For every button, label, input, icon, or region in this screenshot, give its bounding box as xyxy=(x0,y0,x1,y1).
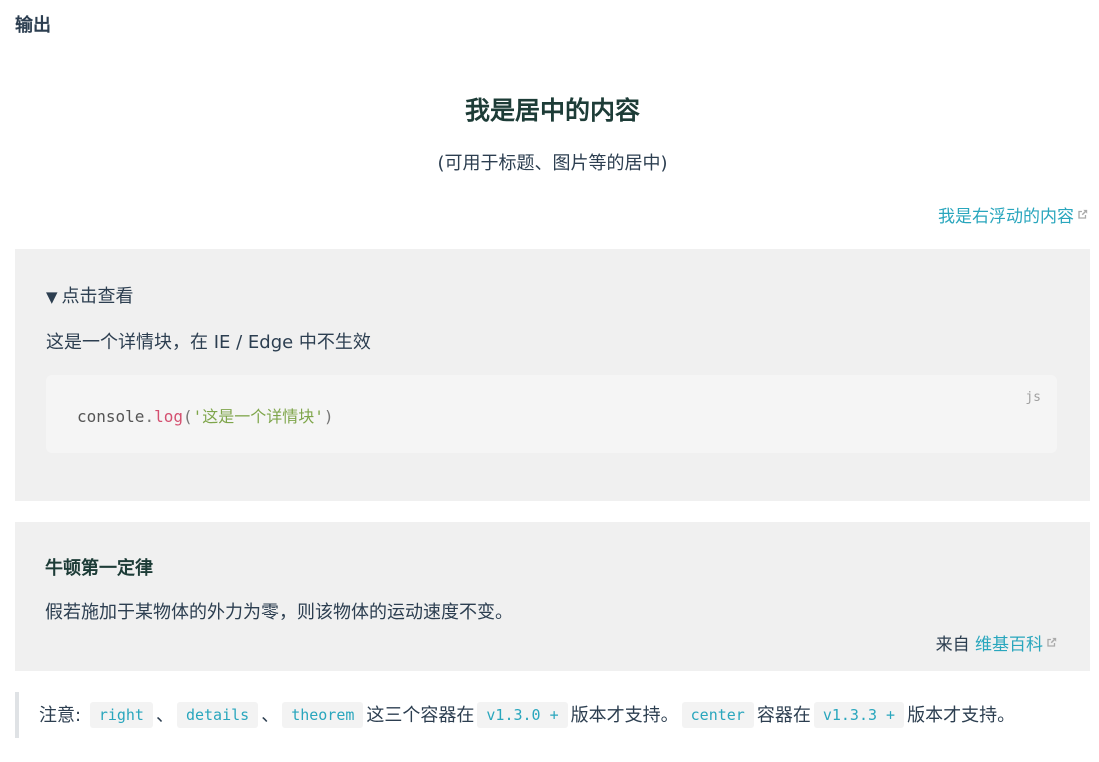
code-token-object: console xyxy=(77,407,145,426)
theorem-source: 来自 维基百科 xyxy=(936,630,1058,655)
note-line: 注意: right、 details、 theorem 这三个容器在 v1.3.0 + 版… xyxy=(39,701,1015,728)
triangle-down-icon: ▼ xyxy=(46,288,58,306)
details-container: ▼ 点击查看 这是一个详情块，在 IE / Edge 中不生效 js consol… xyxy=(15,249,1090,501)
theorem-container: 牛顿第一定律 假若施加于某物体的外力为零，则该物体的运动速度不变。 来自 维基百… xyxy=(15,522,1090,671)
right-float-link-label: 我是右浮动的内容 xyxy=(938,207,1074,227)
inline-code-details: details xyxy=(176,702,259,728)
center-subtitle: (可用于标题、图片等的居中) xyxy=(437,153,668,174)
center-title: 我是居中的内容 xyxy=(464,96,640,125)
note-text: 容器在 xyxy=(756,705,811,726)
inline-code-version-1: v1.3.0 + xyxy=(477,702,568,728)
note-blockquote: 注意: right、 details、 theorem 这三个容器在 v1.3.0 + 版… xyxy=(15,692,1090,738)
code-token-open-paren: ( xyxy=(182,407,193,426)
theorem-title: 牛顿第一定律 xyxy=(45,558,153,579)
inline-code-version-2: v1.3.3 + xyxy=(813,702,905,728)
note-text: 版本才支持。 xyxy=(907,705,1016,726)
code-line: console.log('这是一个详情块') xyxy=(77,403,334,427)
theorem-source-prefix: 来自 xyxy=(935,635,970,655)
external-link-icon xyxy=(1045,634,1058,654)
inline-code-center: center xyxy=(681,702,754,728)
note-text: 这三个容器在 xyxy=(366,705,475,726)
theorem-source-link[interactable]: 维基百科 xyxy=(975,635,1058,655)
note-text: 版本才支持。 xyxy=(570,705,679,726)
code-token-dot: . xyxy=(144,407,155,426)
section-heading: 输出 xyxy=(15,15,51,36)
code-token-method: log xyxy=(154,407,183,426)
code-language-label: js xyxy=(1025,390,1041,405)
code-token-close-paren: ) xyxy=(323,407,334,426)
note-separator: 、 xyxy=(261,705,280,726)
details-text: 这是一个详情块，在 IE / Edge 中不生效 xyxy=(46,332,371,353)
note-separator: 、 xyxy=(155,705,174,726)
details-summary-label: 点击查看 xyxy=(61,286,134,307)
code-block: js console.log('这是一个详情块') xyxy=(46,375,1057,453)
code-token-string: '这是一个详情块' xyxy=(192,407,324,426)
external-link-icon xyxy=(1076,206,1089,226)
note-label: 注意: xyxy=(39,705,82,726)
inline-code-theorem: theorem xyxy=(282,702,364,728)
theorem-source-link-label: 维基百科 xyxy=(975,635,1043,655)
right-float-link[interactable]: 我是右浮动的内容 xyxy=(938,202,1089,227)
inline-code-right: right xyxy=(89,702,153,728)
details-summary[interactable]: ▼ 点击查看 xyxy=(46,282,134,308)
theorem-text: 假若施加于某物体的外力为零，则该物体的运动速度不变。 xyxy=(45,602,513,623)
